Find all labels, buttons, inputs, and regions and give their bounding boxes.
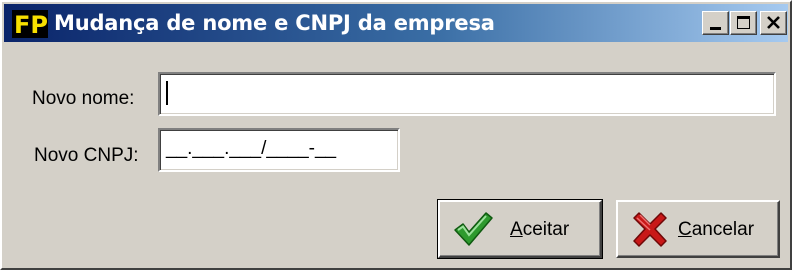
app-logo-icon: FP <box>12 10 48 38</box>
novo-cnpj-label: Novo CNPJ: <box>34 145 139 166</box>
svg-text:FP: FP <box>14 11 48 38</box>
novo-cnpj-field[interactable]: __.___.___/____-__ <box>158 128 400 172</box>
text-caret <box>166 81 168 105</box>
title-bar[interactable]: FP Mudança de nome e CNPJ da empresa <box>4 4 788 42</box>
novo-nome-label: Novo nome: <box>32 88 135 109</box>
window-title: Mudança de nome e CNPJ da empresa <box>54 11 495 35</box>
maximize-button[interactable] <box>730 11 757 35</box>
novo-nome-input[interactable] <box>164 77 770 111</box>
cnpj-mask: __.___.___/____-__ <box>166 138 337 159</box>
cancelar-button[interactable]: Cancelar <box>616 200 780 258</box>
red-x-icon <box>633 212 667 247</box>
close-button[interactable] <box>760 11 787 35</box>
close-icon <box>767 16 780 29</box>
dialog-window: FP Mudança de nome e CNPJ da empresa Nov… <box>0 0 792 270</box>
maximize-icon <box>737 16 750 29</box>
checkmark-icon <box>454 212 493 246</box>
cancelar-label: Cancelar <box>678 219 755 240</box>
aceitar-label: Aceitar <box>510 219 570 240</box>
minimize-button[interactable] <box>702 11 729 35</box>
minimize-icon <box>710 27 721 30</box>
novo-nome-field[interactable] <box>158 72 776 116</box>
aceitar-button[interactable]: Aceitar <box>437 199 603 259</box>
